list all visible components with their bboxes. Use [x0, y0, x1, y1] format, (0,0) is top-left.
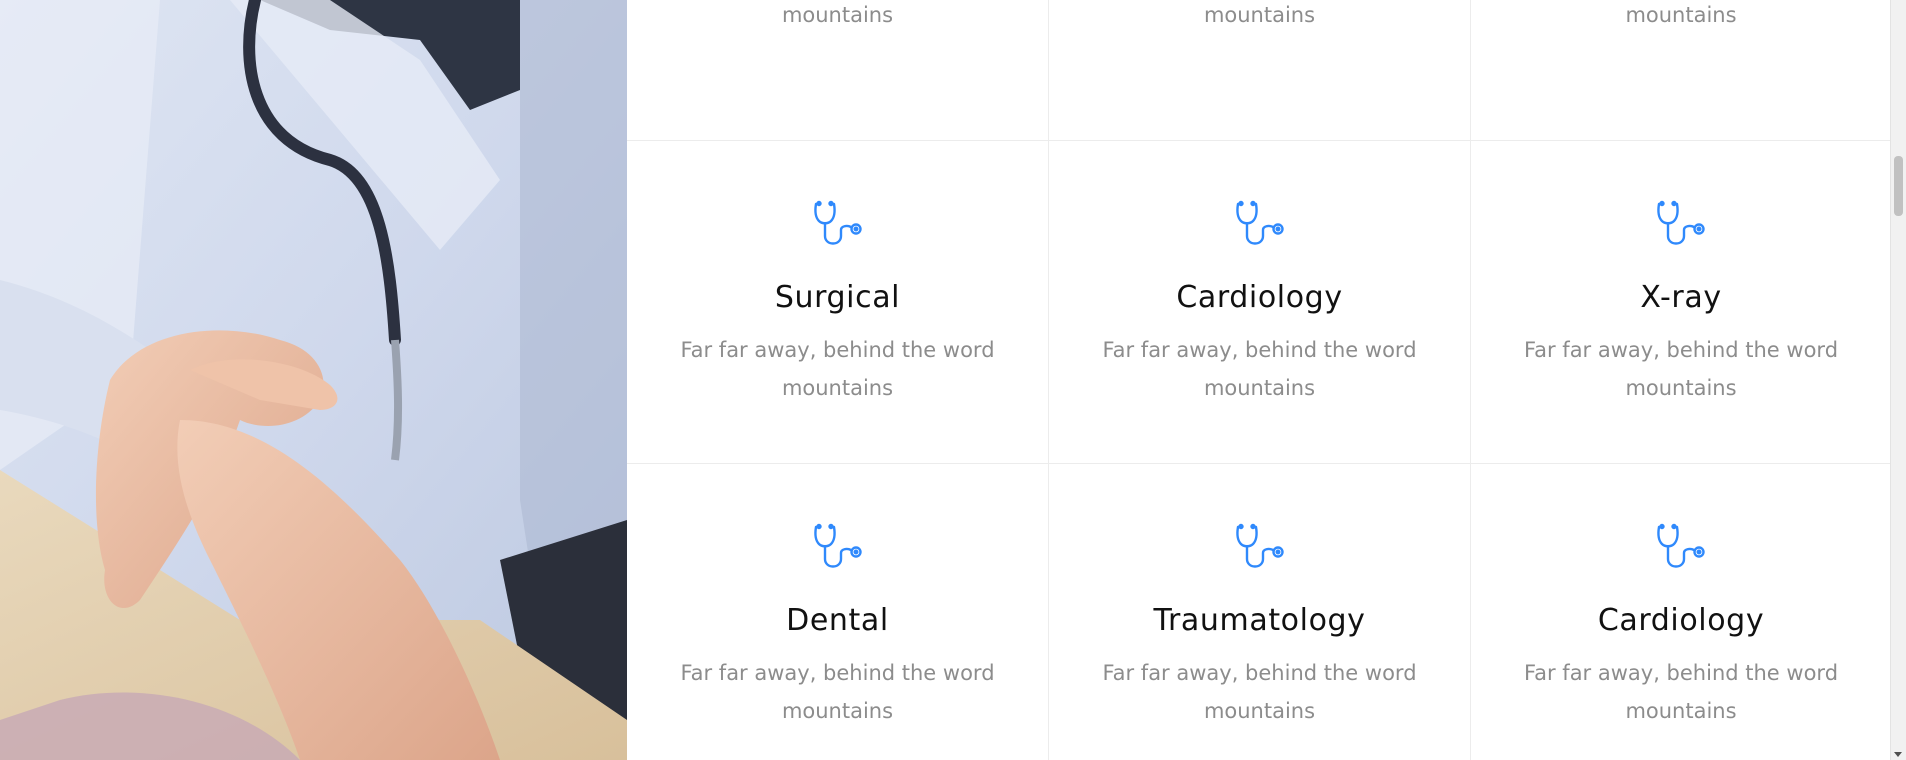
page: Far far away, behind the word mountains … — [0, 0, 1906, 760]
service-card[interactable]: Dental Far far away, behind the word mou… — [627, 464, 1049, 760]
service-card[interactable]: Cardiology Far far away, behind the word… — [1471, 464, 1891, 760]
service-card[interactable]: X-ray Far far away, behind the word moun… — [1471, 141, 1891, 464]
scroll-down-arrow-icon[interactable] — [1894, 752, 1902, 757]
service-card[interactable]: Far far away, behind the word mountains — [1049, 0, 1471, 141]
service-card[interactable]: Cardiology Far far away, behind the word… — [1049, 141, 1471, 464]
stethoscope-icon — [811, 200, 865, 252]
service-card[interactable]: Far far away, behind the word mountains — [1471, 0, 1891, 141]
service-title: Dental — [786, 603, 889, 638]
stethoscope-icon — [1654, 523, 1708, 575]
service-description: Far far away, behind the word mountains — [1523, 661, 1839, 723]
service-description: Far far away, behind the word mountains — [1102, 338, 1417, 400]
stethoscope-icon — [1654, 200, 1708, 252]
service-card[interactable]: Far far away, behind the word mountains — [627, 0, 1049, 141]
vertical-scrollbar[interactable] — [1890, 0, 1906, 760]
stethoscope-icon — [811, 523, 865, 575]
services-grid: Far far away, behind the word mountains … — [627, 0, 1891, 760]
service-description: Far far away, behind the word mountains — [680, 338, 995, 400]
service-title: Cardiology — [1597, 603, 1765, 638]
service-title: X-ray — [1640, 280, 1722, 315]
scrollbar-thumb[interactable] — [1894, 156, 1903, 216]
service-title: Traumatology — [1153, 603, 1366, 638]
service-title: Cardiology — [1176, 280, 1343, 315]
service-card[interactable]: Traumatology Far far away, behind the wo… — [1049, 464, 1471, 760]
doctor-handshake-image — [0, 0, 627, 760]
service-description: Far far away, behind the word mountains — [680, 661, 995, 723]
service-description: Far far away, behind the word mountains — [1203, 3, 1316, 27]
service-description: Far far away, behind the word mountains — [781, 3, 894, 27]
service-title: Surgical — [774, 280, 901, 315]
service-description: Far far away, behind the word mountains — [1625, 3, 1737, 27]
stethoscope-icon — [1233, 200, 1287, 252]
service-description: Far far away, behind the word mountains — [1523, 338, 1839, 400]
stethoscope-icon — [1233, 523, 1287, 575]
service-description: Far far away, behind the word mountains — [1102, 661, 1417, 723]
service-card[interactable]: Surgical Far far away, behind the word m… — [627, 141, 1049, 464]
